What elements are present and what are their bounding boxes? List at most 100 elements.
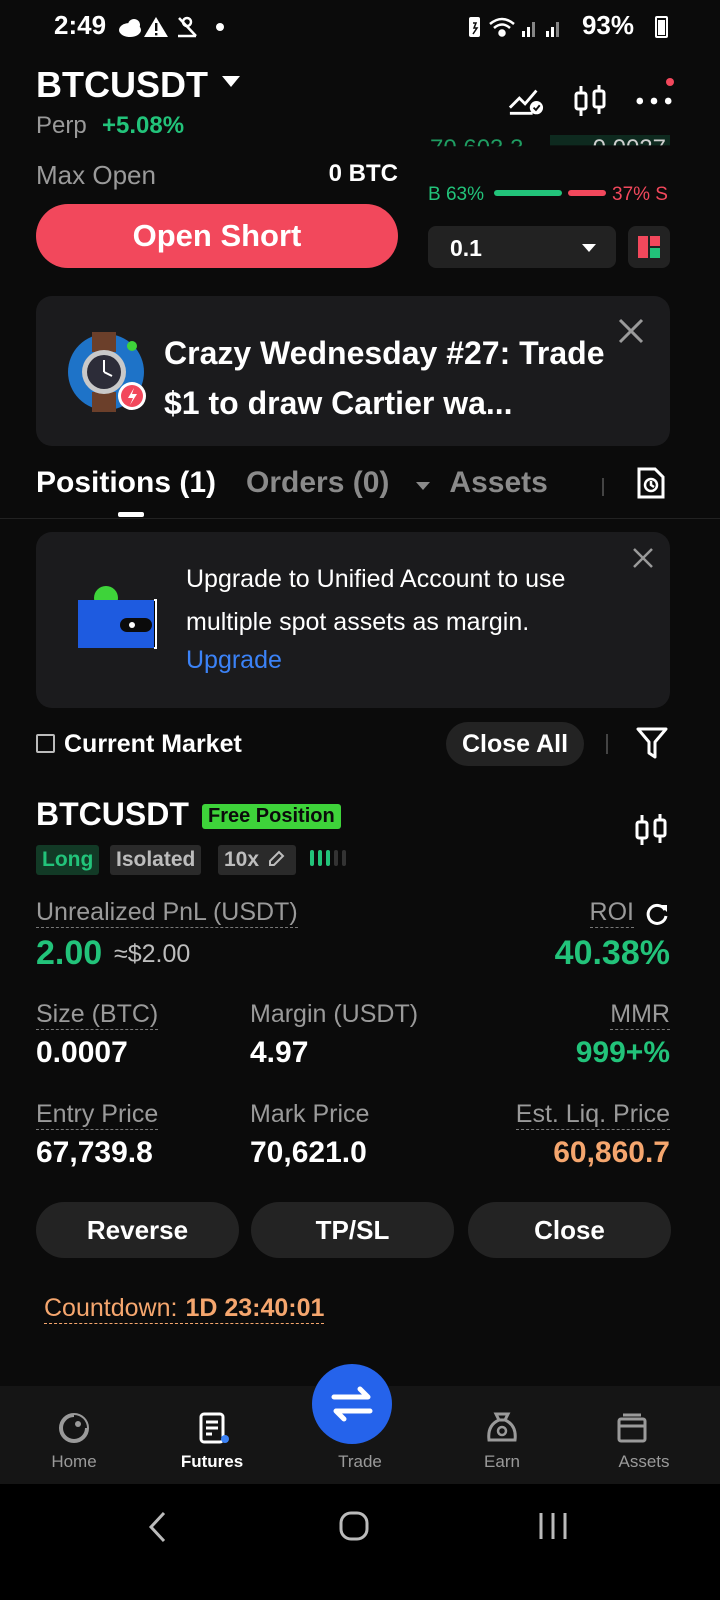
tab-divider: [602, 478, 604, 496]
refresh-icon[interactable]: [646, 902, 670, 931]
signal-icon: [546, 22, 559, 37]
buy-ratio-label: B 63%: [428, 184, 484, 205]
pnl-usd: ≈$2.00: [114, 940, 191, 968]
person-off-icon: [178, 16, 197, 38]
current-market-checkbox[interactable]: [36, 734, 55, 753]
chart-settings-icon[interactable]: [508, 86, 544, 116]
entry-price-label: Entry Price: [36, 1100, 159, 1130]
divider: [606, 734, 608, 754]
close-icon[interactable]: [618, 318, 644, 352]
trade-fab-button[interactable]: [312, 1364, 392, 1444]
candlestick-icon[interactable]: [572, 85, 608, 116]
countdown[interactable]: Countdown: 1D 23:40:01: [44, 1294, 325, 1324]
history-icon[interactable]: [636, 466, 666, 505]
edit-icon: [268, 850, 285, 866]
dot-icon: [216, 23, 224, 31]
chevron-down-icon[interactable]: [416, 482, 430, 490]
assets-icon[interactable]: [616, 1412, 648, 1449]
open-short-button[interactable]: Open Short: [36, 204, 398, 268]
price-change: +5.08%: [102, 112, 185, 139]
max-open-label: Max Open: [36, 160, 156, 190]
pair-title[interactable]: BTCUSDT: [36, 64, 208, 106]
wifi-icon: [489, 17, 515, 37]
chevron-down-icon: [582, 244, 596, 252]
battery-saver-icon: [469, 17, 480, 37]
back-icon[interactable]: [146, 1510, 170, 1549]
reverse-button[interactable]: Reverse: [36, 1202, 239, 1258]
sell-ratio-bar: [568, 190, 606, 196]
futures-icon[interactable]: [198, 1412, 232, 1451]
mmr-label: MMR: [610, 1000, 670, 1030]
buy-ratio-bar: [494, 190, 562, 196]
positions-tabs: Positions (1) Orders (0) Assets: [36, 466, 548, 500]
battery-percent: 93%: [581, 10, 634, 40]
battery-icon: [655, 16, 668, 38]
status-system-icons: [466, 14, 576, 45]
divider: [0, 518, 720, 519]
leverage-label: 10x: [224, 848, 260, 871]
close-all-button[interactable]: Close All: [446, 722, 584, 766]
layout-icon: [638, 236, 660, 258]
margin-mode-label: Isolated: [116, 848, 196, 871]
tab-orders[interactable]: Orders (0): [246, 466, 389, 500]
orderbook-qty[interactable]: 0.0027: [550, 135, 670, 146]
entry-price-value: 67,739.8: [36, 1136, 153, 1169]
chevron-down-icon[interactable]: [222, 76, 240, 87]
signal-icon: [522, 22, 535, 37]
leverage-tag[interactable]: 10x: [218, 845, 296, 875]
filter-icon[interactable]: [636, 726, 668, 765]
candlestick-icon[interactable]: [634, 812, 668, 853]
promo-text[interactable]: Crazy Wednesday #27: Trade $1 to draw Ca…: [164, 328, 624, 428]
contract-type: Perp: [36, 112, 87, 139]
roi-label: ROI: [589, 898, 634, 928]
orderbook-price[interactable]: 70,603.3: [430, 135, 523, 146]
pnl-value: 2.00: [36, 934, 103, 972]
warning-icon: [144, 17, 168, 37]
header-toolbar: [508, 78, 674, 116]
liq-price-value: 60,860.7: [553, 1136, 670, 1169]
active-tab-indicator: [118, 512, 144, 517]
close-icon[interactable]: [632, 545, 654, 576]
recents-icon[interactable]: [536, 1510, 570, 1547]
size-label: Size (BTC): [36, 1000, 159, 1030]
more-icon[interactable]: [636, 78, 674, 116]
upgrade-message: Upgrade to Unified Account to use multip…: [186, 565, 566, 636]
cloud-icon: [119, 19, 141, 37]
margin-label: Margin (USDT): [250, 1000, 419, 1028]
position-symbol[interactable]: BTCUSDT: [36, 796, 189, 833]
swap-icon: [331, 1386, 373, 1422]
orderbook-layout-button[interactable]: [628, 226, 670, 268]
status-time: 2:49: [54, 10, 107, 40]
earn-icon[interactable]: [486, 1410, 518, 1449]
roi-value: 40.38%: [554, 934, 670, 972]
upgrade-link[interactable]: Upgrade: [186, 646, 282, 675]
pnl-label: Unrealized PnL (USDT): [36, 898, 298, 928]
nav-earn[interactable]: Earn: [452, 1452, 552, 1472]
nav-assets[interactable]: Assets: [594, 1452, 694, 1472]
mmr-value: 999+%: [575, 1036, 670, 1069]
status-notification-icons: [116, 14, 236, 45]
nav-trade[interactable]: Trade: [310, 1452, 410, 1472]
tab-positions[interactable]: Positions (1): [36, 466, 216, 500]
side-tag: Long: [36, 845, 100, 875]
adl-indicator: [310, 850, 346, 866]
nav-home[interactable]: Home: [24, 1452, 124, 1472]
margin-value[interactable]: 4.97: [250, 1036, 308, 1070]
mark-price-value: 70,621.0: [250, 1136, 367, 1169]
margin-mode-tag[interactable]: Isolated: [110, 845, 202, 875]
nav-futures[interactable]: Futures: [162, 1452, 262, 1472]
watch-icon: [62, 326, 154, 421]
close-position-button[interactable]: Close: [468, 1202, 671, 1258]
tpsl-button[interactable]: TP/SL: [251, 1202, 454, 1258]
wallet-icon: [76, 584, 160, 657]
sell-ratio-label: 37% S: [612, 184, 668, 205]
home-circle-icon[interactable]: [338, 1510, 370, 1547]
tab-assets[interactable]: Assets: [449, 466, 547, 500]
max-open-value: 0 BTC: [328, 160, 398, 187]
countdown-label: Countdown:: [44, 1294, 178, 1322]
home-icon[interactable]: [58, 1412, 90, 1449]
countdown-value: 1D 23:40:01: [185, 1294, 325, 1322]
current-market-label[interactable]: Current Market: [64, 730, 242, 759]
notification-dot-icon: [666, 78, 674, 86]
size-value: 0.0007: [36, 1036, 128, 1069]
